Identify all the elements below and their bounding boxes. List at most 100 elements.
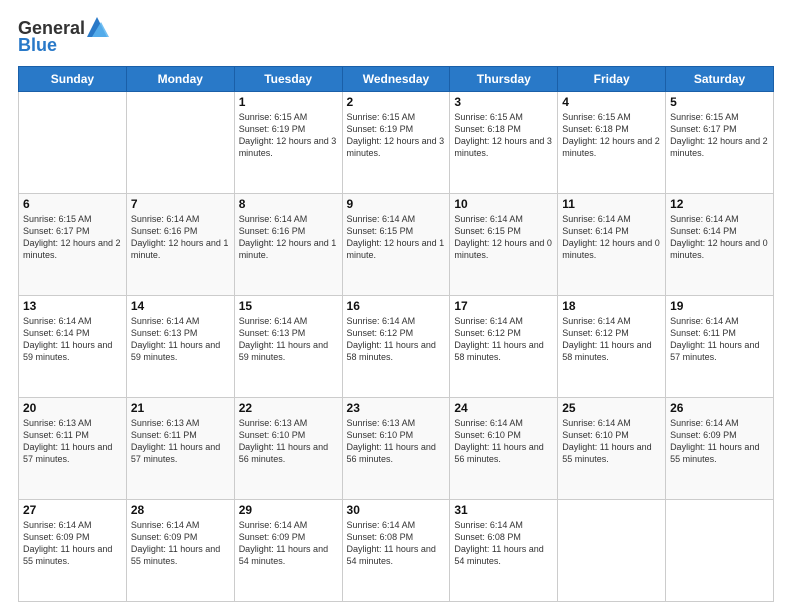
cell-info: Sunrise: 6:15 AMSunset: 6:17 PMDaylight:… [23, 213, 122, 262]
cell-info: Sunrise: 6:14 AMSunset: 6:15 PMDaylight:… [347, 213, 446, 262]
cell-info: Sunrise: 6:14 AMSunset: 6:08 PMDaylight:… [454, 519, 553, 568]
calendar-day-header: Thursday [450, 67, 558, 92]
calendar-cell: 18 Sunrise: 6:14 AMSunset: 6:12 PMDayligh… [558, 296, 666, 398]
cell-info: Sunrise: 6:15 AMSunset: 6:18 PMDaylight:… [454, 111, 553, 160]
day-number: 27 [23, 503, 122, 517]
cell-info: Sunrise: 6:14 AMSunset: 6:12 PMDaylight:… [347, 315, 446, 364]
cell-info: Sunrise: 6:14 AMSunset: 6:12 PMDaylight:… [562, 315, 661, 364]
cell-info: Sunrise: 6:14 AMSunset: 6:09 PMDaylight:… [670, 417, 769, 466]
calendar-cell: 1 Sunrise: 6:15 AMSunset: 6:19 PMDaylight… [234, 92, 342, 194]
calendar-cell: 25 Sunrise: 6:14 AMSunset: 6:10 PMDayligh… [558, 398, 666, 500]
calendar-table: SundayMondayTuesdayWednesdayThursdayFrid… [18, 66, 774, 602]
cell-info: Sunrise: 6:15 AMSunset: 6:19 PMDaylight:… [239, 111, 338, 160]
day-number: 8 [239, 197, 338, 211]
cell-info: Sunrise: 6:13 AMSunset: 6:10 PMDaylight:… [347, 417, 446, 466]
day-number: 15 [239, 299, 338, 313]
calendar-cell: 7Sunrise: 6:14 AMSunset: 6:16 PMDaylight… [126, 194, 234, 296]
cell-info: Sunrise: 6:15 AMSunset: 6:17 PMDaylight:… [670, 111, 769, 160]
calendar-cell: 31Sunrise: 6:14 AMSunset: 6:08 PMDayligh… [450, 500, 558, 602]
day-number: 18 [562, 299, 661, 313]
cell-info: Sunrise: 6:15 AMSunset: 6:18 PMDaylight:… [562, 111, 661, 160]
cell-info: Sunrise: 6:14 AMSunset: 6:11 PMDaylight:… [670, 315, 769, 364]
header: General Blue [18, 18, 774, 56]
cell-info: Sunrise: 6:14 AMSunset: 6:09 PMDaylight:… [239, 519, 338, 568]
cell-info: Sunrise: 6:14 AMSunset: 6:13 PMDaylight:… [131, 315, 230, 364]
day-number: 26 [670, 401, 769, 415]
calendar-cell: 19Sunrise: 6:14 AMSunset: 6:11 PMDayligh… [666, 296, 774, 398]
day-number: 16 [347, 299, 446, 313]
calendar-week-row: 13Sunrise: 6:14 AMSunset: 6:14 PMDayligh… [19, 296, 774, 398]
calendar-cell [126, 92, 234, 194]
day-number: 25 [562, 401, 661, 415]
calendar-week-row: 6 Sunrise: 6:15 AMSunset: 6:17 PMDaylight… [19, 194, 774, 296]
calendar-cell [666, 500, 774, 602]
calendar-week-row: 27 Sunrise: 6:14 AMSunset: 6:09 PMDayligh… [19, 500, 774, 602]
cell-info: Sunrise: 6:13 AMSunset: 6:10 PMDaylight:… [239, 417, 338, 466]
calendar-week-row: 1 Sunrise: 6:15 AMSunset: 6:19 PMDaylight… [19, 92, 774, 194]
cell-info: Sunrise: 6:13 AMSunset: 6:11 PMDaylight:… [131, 417, 230, 466]
day-number: 1 [239, 95, 338, 109]
calendar-day-header: Tuesday [234, 67, 342, 92]
logo-icon [87, 17, 109, 37]
day-number: 6 [23, 197, 122, 211]
day-number: 3 [454, 95, 553, 109]
logo: General Blue [18, 18, 109, 56]
calendar-cell: 6 Sunrise: 6:15 AMSunset: 6:17 PMDaylight… [19, 194, 127, 296]
calendar-cell: 27 Sunrise: 6:14 AMSunset: 6:09 PMDayligh… [19, 500, 127, 602]
day-number: 7 [131, 197, 230, 211]
calendar-cell: 16 Sunrise: 6:14 AMSunset: 6:12 PMDayligh… [342, 296, 450, 398]
calendar-cell: 17 Sunrise: 6:14 AMSunset: 6:12 PMDayligh… [450, 296, 558, 398]
calendar-cell: 28 Sunrise: 6:14 AMSunset: 6:09 PMDayligh… [126, 500, 234, 602]
day-number: 12 [670, 197, 769, 211]
calendar-cell: 9 Sunrise: 6:14 AMSunset: 6:15 PMDaylight… [342, 194, 450, 296]
day-number: 5 [670, 95, 769, 109]
cell-info: Sunrise: 6:14 AMSunset: 6:13 PMDaylight:… [239, 315, 338, 364]
day-number: 11 [562, 197, 661, 211]
calendar-cell: 10Sunrise: 6:14 AMSunset: 6:15 PMDayligh… [450, 194, 558, 296]
calendar-cell: 23 Sunrise: 6:13 AMSunset: 6:10 PMDayligh… [342, 398, 450, 500]
calendar-cell [19, 92, 127, 194]
calendar-cell: 15 Sunrise: 6:14 AMSunset: 6:13 PMDayligh… [234, 296, 342, 398]
cell-info: Sunrise: 6:14 AMSunset: 6:10 PMDaylight:… [562, 417, 661, 466]
page: General Blue SundayMondayTuesdayWednesda… [0, 0, 792, 612]
calendar-week-row: 20Sunrise: 6:13 AMSunset: 6:11 PMDayligh… [19, 398, 774, 500]
calendar-cell: 26 Sunrise: 6:14 AMSunset: 6:09 PMDayligh… [666, 398, 774, 500]
cell-info: Sunrise: 6:13 AMSunset: 6:11 PMDaylight:… [23, 417, 122, 466]
day-number: 14 [131, 299, 230, 313]
calendar-day-header: Friday [558, 67, 666, 92]
calendar-day-header: Saturday [666, 67, 774, 92]
calendar-cell: 14 Sunrise: 6:14 AMSunset: 6:13 PMDayligh… [126, 296, 234, 398]
calendar-day-header: Wednesday [342, 67, 450, 92]
day-number: 24 [454, 401, 553, 415]
day-number: 4 [562, 95, 661, 109]
cell-info: Sunrise: 6:14 AMSunset: 6:14 PMDaylight:… [670, 213, 769, 262]
day-number: 29 [239, 503, 338, 517]
calendar-cell [558, 500, 666, 602]
calendar-cell: 20Sunrise: 6:13 AMSunset: 6:11 PMDayligh… [19, 398, 127, 500]
day-number: 9 [347, 197, 446, 211]
calendar-cell: 29 Sunrise: 6:14 AMSunset: 6:09 PMDayligh… [234, 500, 342, 602]
calendar-header-row: SundayMondayTuesdayWednesdayThursdayFrid… [19, 67, 774, 92]
day-number: 28 [131, 503, 230, 517]
calendar-cell: 2Sunrise: 6:15 AMSunset: 6:19 PMDaylight… [342, 92, 450, 194]
calendar-cell: 8 Sunrise: 6:14 AMSunset: 6:16 PMDaylight… [234, 194, 342, 296]
calendar-cell: 24 Sunrise: 6:14 AMSunset: 6:10 PMDayligh… [450, 398, 558, 500]
cell-info: Sunrise: 6:14 AMSunset: 6:16 PMDaylight:… [239, 213, 338, 262]
calendar-cell: 22 Sunrise: 6:13 AMSunset: 6:10 PMDayligh… [234, 398, 342, 500]
cell-info: Sunrise: 6:14 AMSunset: 6:09 PMDaylight:… [23, 519, 122, 568]
cell-info: Sunrise: 6:14 AMSunset: 6:08 PMDaylight:… [347, 519, 446, 568]
cell-info: Sunrise: 6:14 AMSunset: 6:10 PMDaylight:… [454, 417, 553, 466]
cell-info: Sunrise: 6:14 AMSunset: 6:12 PMDaylight:… [454, 315, 553, 364]
calendar-cell: 21Sunrise: 6:13 AMSunset: 6:11 PMDayligh… [126, 398, 234, 500]
cell-info: Sunrise: 6:14 AMSunset: 6:09 PMDaylight:… [131, 519, 230, 568]
day-number: 30 [347, 503, 446, 517]
cell-info: Sunrise: 6:14 AMSunset: 6:14 PMDaylight:… [562, 213, 661, 262]
calendar-cell: 13Sunrise: 6:14 AMSunset: 6:14 PMDayligh… [19, 296, 127, 398]
day-number: 23 [347, 401, 446, 415]
day-number: 10 [454, 197, 553, 211]
day-number: 22 [239, 401, 338, 415]
day-number: 2 [347, 95, 446, 109]
calendar-cell: 3 Sunrise: 6:15 AMSunset: 6:18 PMDaylight… [450, 92, 558, 194]
day-number: 17 [454, 299, 553, 313]
calendar-cell: 30 Sunrise: 6:14 AMSunset: 6:08 PMDayligh… [342, 500, 450, 602]
